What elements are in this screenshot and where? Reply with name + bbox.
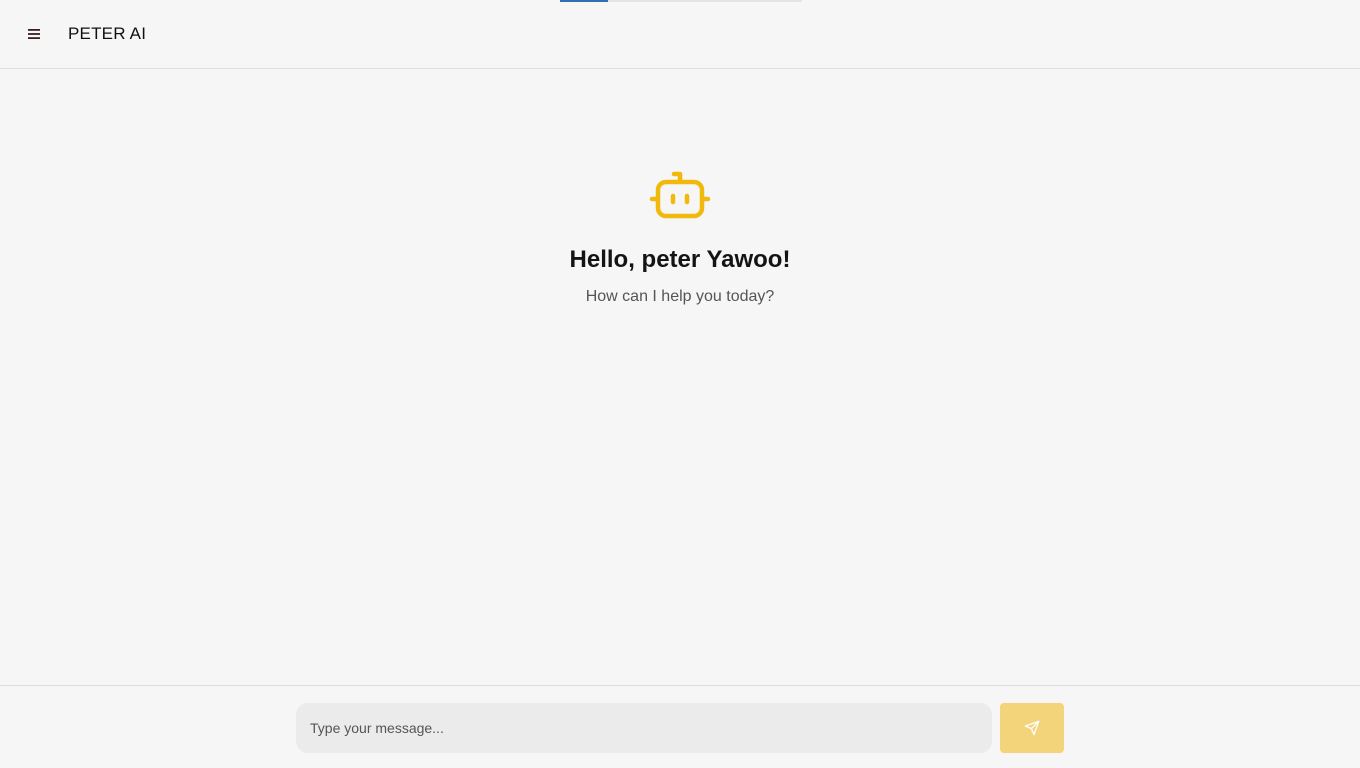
top-bar: PETER AI — [0, 0, 1360, 69]
greeting-heading: Hello, peter Yawoo! — [569, 246, 791, 273]
send-icon — [1024, 720, 1040, 736]
message-input[interactable] — [296, 703, 992, 753]
greeting-subtitle: How can I help you today? — [585, 288, 775, 305]
menu-button[interactable] — [24, 24, 44, 44]
app-title: PETER AI — [68, 24, 147, 43]
send-button[interactable] — [1000, 703, 1064, 753]
message-composer — [0, 685, 1360, 768]
welcome-panel: Hello, peter Yawoo! How can I help you t… — [0, 168, 1360, 306]
hamburger-menu-icon — [28, 29, 40, 39]
bot-icon — [649, 171, 711, 219]
